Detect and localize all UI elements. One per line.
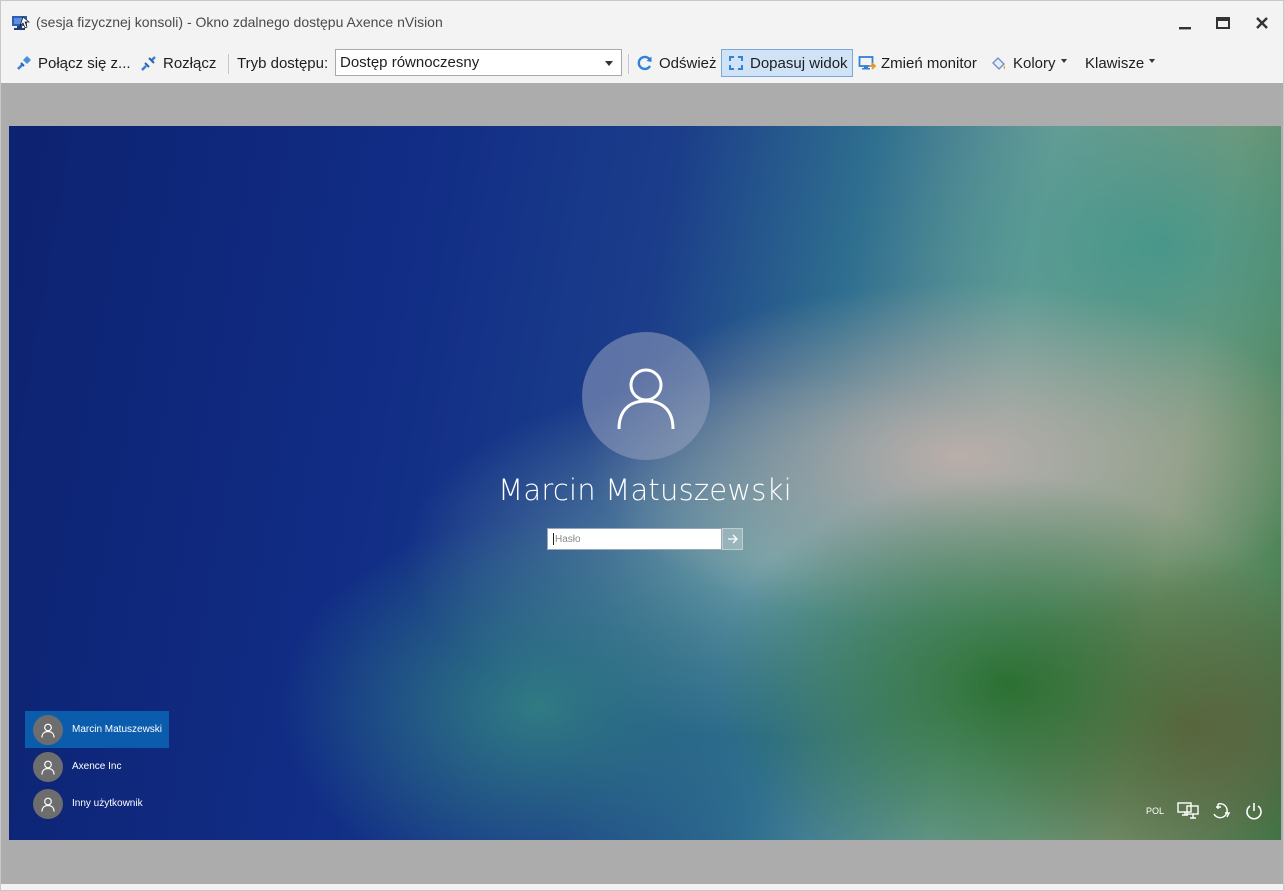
language-indicator[interactable]: POL: [1146, 806, 1164, 816]
accessibility-icon[interactable]: [1209, 799, 1233, 823]
text-cursor: [553, 533, 554, 545]
access-mode-label-text: Tryb dostępu:: [237, 54, 329, 72]
user-list-item[interactable]: Axence Inc: [25, 748, 169, 785]
remote-desktop-icon: [11, 14, 30, 31]
remote-access-window: (sesja fizycznej konsoli) - Okno zdalneg…: [0, 0, 1284, 891]
colors-dropdown[interactable]: Kolory: [990, 49, 1067, 77]
user-list-item[interactable]: Marcin Matuszewski: [25, 711, 169, 748]
submit-password-button[interactable]: [722, 528, 743, 550]
access-mode-value: Dostęp równoczesny: [340, 54, 480, 71]
access-mode-label: Tryb dostępu:: [237, 49, 328, 77]
user-list-name: Inny użytkownik: [72, 798, 143, 809]
toolbar-separator: [628, 54, 629, 74]
disconnect-label: Rozłącz: [163, 54, 217, 72]
chevron-down-icon: [605, 61, 613, 66]
paint-bucket-icon: [990, 54, 1008, 72]
user-avatar: [582, 332, 710, 460]
monitor-icon: [858, 54, 876, 72]
colors-label: Kolory: [1013, 54, 1056, 72]
connect-button[interactable]: Połącz się z...: [15, 49, 131, 77]
password-placeholder: Hasło: [555, 533, 581, 545]
network-icon[interactable]: [1176, 799, 1200, 823]
close-icon[interactable]: [1249, 11, 1275, 35]
chevron-down-icon: [1060, 59, 1067, 63]
user-list-item[interactable]: Inny użytkownik: [25, 785, 169, 822]
refresh-label: Odśwież: [659, 54, 717, 72]
title-bar: (sesja fizycznej konsoli) - Okno zdalneg…: [1, 1, 1283, 44]
toolbar: Połącz się z... Rozłącz Tryb dostępu: Do…: [1, 44, 1283, 82]
maximize-icon[interactable]: [1210, 11, 1236, 35]
user-list-name: Marcin Matuszewski: [72, 724, 163, 735]
system-tray: POL: [1146, 799, 1275, 823]
user-icon: [33, 788, 63, 819]
power-icon[interactable]: [1242, 799, 1266, 823]
remote-login-screen[interactable]: Marcin Matuszewski Hasło Marcin Matuszew…: [9, 126, 1281, 840]
change-monitor-label: Zmień monitor: [881, 54, 977, 72]
password-input[interactable]: Hasło: [547, 528, 722, 550]
change-monitor-button[interactable]: Zmień monitor: [858, 49, 977, 77]
login-user-name: Marcin Matuszewski: [498, 473, 792, 507]
minimize-icon[interactable]: [1172, 11, 1198, 35]
keys-dropdown[interactable]: Klawisze: [1085, 49, 1156, 77]
refresh-button[interactable]: Odśwież: [636, 49, 717, 77]
fit-view-icon: [727, 54, 745, 72]
user-list-name: Axence Inc: [72, 761, 122, 772]
refresh-icon: [636, 54, 654, 72]
user-icon: [33, 714, 63, 745]
toolbar-separator: [228, 54, 229, 74]
keys-label: Klawisze: [1085, 54, 1145, 72]
disconnect-button[interactable]: Rozłącz: [140, 49, 216, 77]
fit-view-button[interactable]: Dopasuj widok: [721, 49, 853, 77]
plug-disconnect-icon: [140, 54, 158, 72]
window-title: (sesja fizycznej konsoli) - Okno zdalneg…: [36, 14, 443, 30]
user-icon: [617, 368, 675, 430]
user-icon: [33, 751, 63, 782]
plug-connect-icon: [15, 54, 33, 72]
connect-label: Połącz się z...: [38, 54, 131, 72]
arrow-right-icon: [727, 534, 738, 544]
access-mode-select[interactable]: Dostęp równoczesny: [335, 49, 622, 76]
user-list: Marcin Matuszewski Axence Inc Inny użytk…: [25, 711, 169, 822]
fit-view-label: Dopasuj widok: [750, 54, 848, 72]
chevron-down-icon: [1149, 59, 1156, 63]
